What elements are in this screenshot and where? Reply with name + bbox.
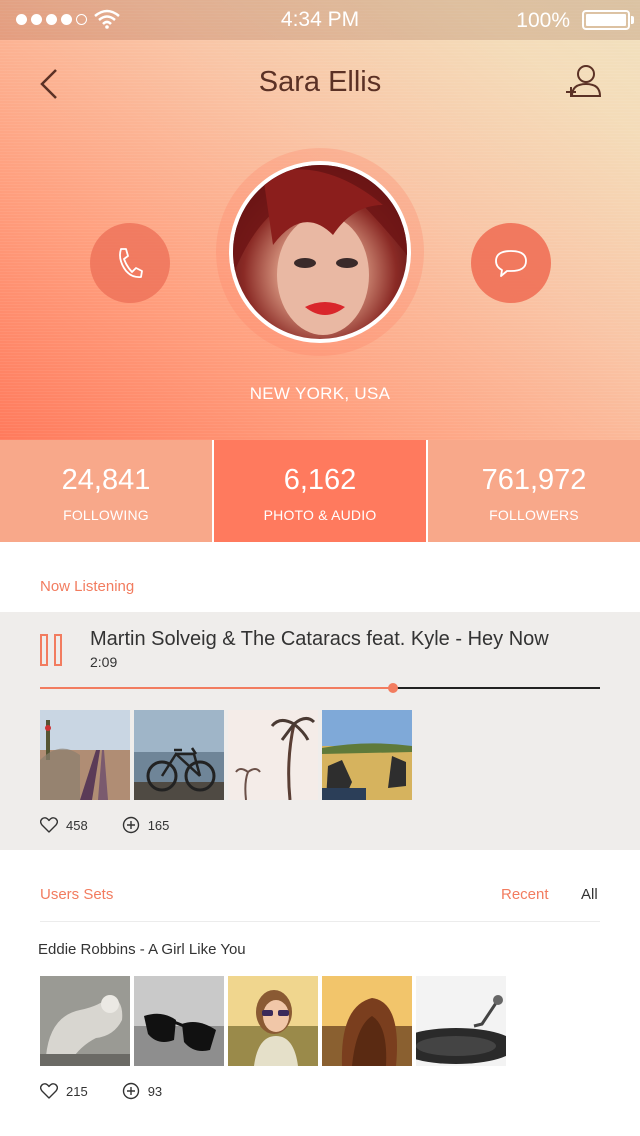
phone-icon [119, 248, 143, 278]
progress-played [40, 687, 393, 689]
message-button[interactable] [471, 223, 551, 303]
now-playing-photos [40, 710, 412, 800]
heart-icon [40, 817, 58, 833]
stat-followers[interactable]: 761,972 FOLLOWERS [428, 440, 640, 542]
stat-label: FOLLOWERS [489, 507, 579, 523]
photo-sunset-hair[interactable] [322, 976, 412, 1066]
like-button[interactable]: 215 [40, 1083, 88, 1099]
photo-palm-trees[interactable] [228, 710, 318, 800]
add-button[interactable]: 165 [122, 816, 170, 834]
location-label: NEW YORK, USA [249, 384, 391, 403]
photo-field-sneakers[interactable] [322, 710, 412, 800]
progress-slider[interactable] [40, 683, 600, 693]
page-title: Sara Ellis [258, 66, 382, 98]
speech-bubble-icon [495, 250, 527, 277]
photo-railway[interactable] [40, 710, 130, 800]
add-count: 93 [147, 1083, 163, 1099]
battery-percentage: 100% [516, 9, 570, 32]
progress-handle[interactable] [387, 683, 398, 693]
tab-recent[interactable]: Recent [501, 886, 549, 903]
stat-label: PHOTO & AUDIO [263, 507, 377, 523]
like-count: 215 [66, 1083, 88, 1099]
stat-value: 24,841 [61, 464, 151, 496]
stat-label: FOLLOWING [63, 507, 149, 523]
plus-circle-icon [122, 816, 139, 834]
add-user-button[interactable] [564, 62, 604, 102]
divider [40, 921, 600, 922]
now-playing-stats: 458 165 [40, 816, 203, 834]
stats-bar: 24,841 FOLLOWING 6,162 PHOTO & AUDIO 761… [0, 440, 640, 542]
stat-value: 6,162 [283, 464, 357, 496]
like-button[interactable]: 458 [40, 817, 88, 833]
set-title[interactable]: Eddie Robbins - A Girl Like You [38, 941, 246, 958]
pause-button[interactable] [40, 634, 64, 666]
call-button[interactable] [90, 223, 170, 303]
photo-girl-sunglasses[interactable] [228, 976, 318, 1066]
plus-circle-icon [122, 1082, 139, 1100]
photo-sunglasses[interactable] [134, 976, 224, 1066]
add-user-icon [566, 65, 602, 97]
battery-icon [582, 10, 634, 30]
track-title: Martin Solveig & The Cataracs feat. Kyle… [90, 628, 549, 650]
avatar-ring [216, 148, 424, 356]
profile-header: 4:34 PM 100% Sara Ellis NEW YORK, USA [0, 0, 640, 440]
tab-all[interactable]: All [581, 886, 598, 903]
add-button[interactable]: 93 [122, 1082, 162, 1100]
photo-statue[interactable] [40, 976, 130, 1066]
like-count: 458 [66, 817, 88, 833]
users-sets-label: Users Sets [40, 886, 114, 903]
status-bar: 4:34 PM 100% [0, 0, 640, 40]
pause-icon [40, 634, 48, 666]
heart-icon [40, 1083, 58, 1099]
photo-bicycle[interactable] [134, 710, 224, 800]
now-playing-panel: Martin Solveig & The Cataracs feat. Kyle… [0, 612, 640, 850]
set-photos [40, 976, 506, 1066]
stat-value: 761,972 [481, 464, 587, 496]
photo-turntable[interactable] [416, 976, 506, 1066]
stat-following[interactable]: 24,841 FOLLOWING [0, 440, 212, 542]
stat-photo-audio[interactable]: 6,162 PHOTO & AUDIO [214, 440, 426, 542]
track-time: 2:09 [90, 654, 118, 670]
avatar[interactable] [229, 161, 411, 343]
add-count: 165 [147, 817, 170, 833]
now-listening-label: Now Listening [40, 578, 135, 595]
set-stats: 215 93 [40, 1082, 196, 1100]
